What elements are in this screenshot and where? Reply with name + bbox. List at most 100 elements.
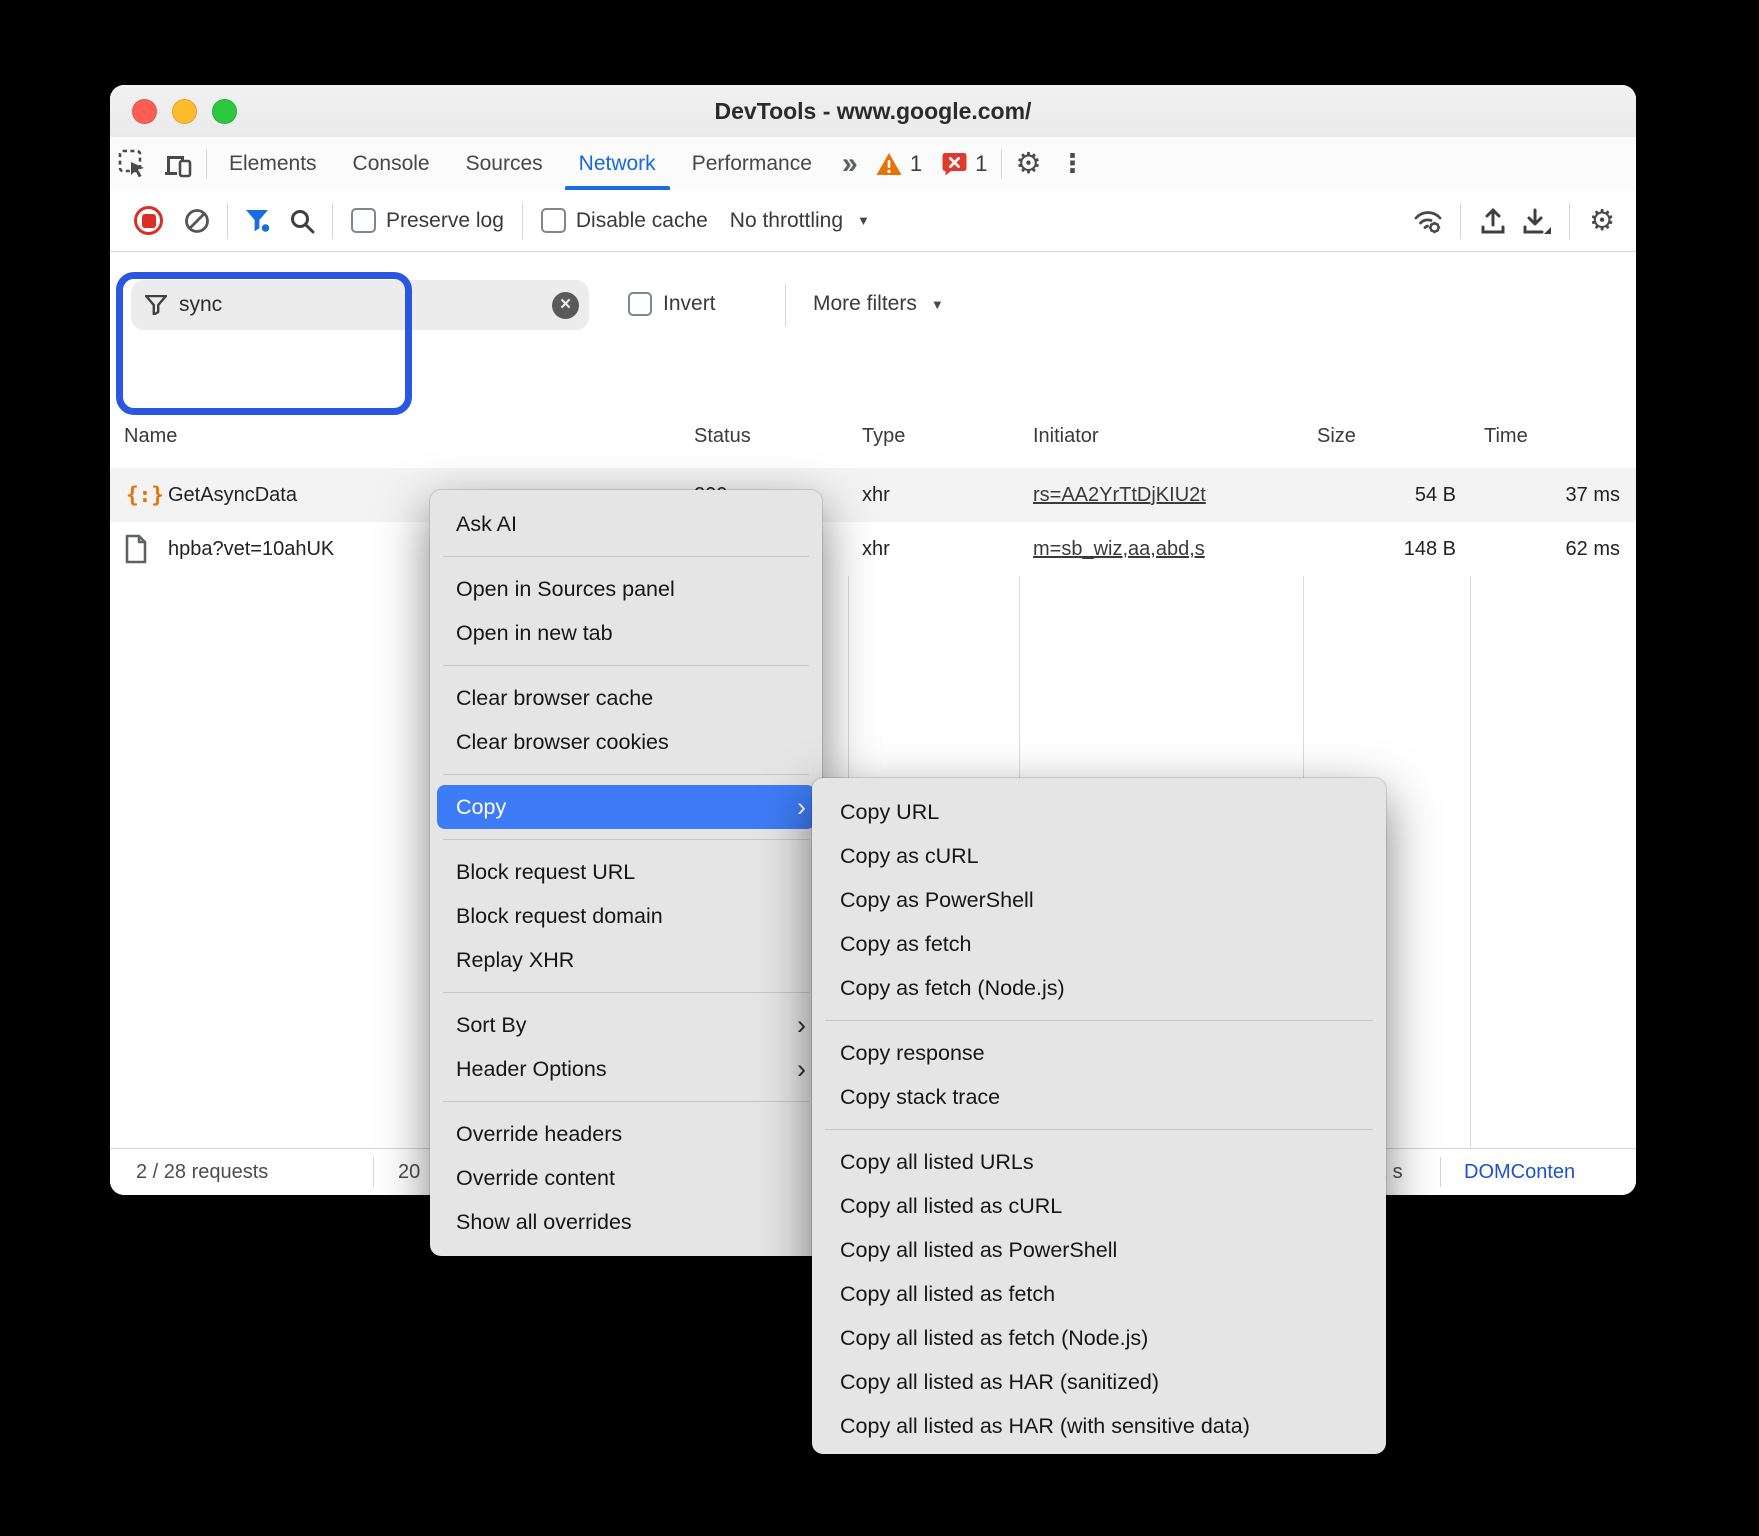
filter-funnel-icon <box>145 295 167 315</box>
request-initiator-link[interactable]: m=sb_wiz,aa,abd,s <box>1033 522 1205 576</box>
column-header-initiator[interactable]: Initiator <box>1033 405 1099 468</box>
inspect-cursor-icon <box>118 149 148 179</box>
menu-separator <box>443 774 809 775</box>
divider <box>1440 1157 1441 1187</box>
submenu-item-copy-all-listed-as-har-sensitive[interactable]: Copy all listed as HAR (with sensitive d… <box>812 1404 1386 1448</box>
warnings-badge[interactable]: 1 <box>866 137 932 190</box>
submenu-item-copy-all-listed-urls[interactable]: Copy all listed URLs <box>812 1140 1386 1184</box>
column-header-name[interactable]: Name <box>124 405 177 468</box>
column-header-type[interactable]: Type <box>862 405 905 468</box>
clear-icon <box>184 208 210 234</box>
column-header-size[interactable]: Size <box>1317 405 1356 468</box>
inspect-element-button[interactable] <box>110 137 156 190</box>
requests-table-header: Name Status Type Initiator Size Time <box>110 405 1636 469</box>
submenu-chevron-icon: › <box>797 1047 806 1091</box>
request-time: 37 ms <box>1470 468 1620 522</box>
tab-performance[interactable]: Performance <box>674 137 830 190</box>
tab-elements[interactable]: Elements <box>211 137 335 190</box>
menu-item-sort-by[interactable]: Sort By › <box>430 1003 822 1047</box>
record-network-log-button[interactable] <box>134 206 163 235</box>
menu-item-override-content[interactable]: Override content <box>430 1156 822 1200</box>
export-har-button[interactable] <box>1515 201 1559 241</box>
clear-network-log-button[interactable] <box>175 201 219 241</box>
menu-item-ask-ai[interactable]: Ask AI <box>430 502 822 546</box>
request-type: xhr <box>862 468 890 522</box>
submenu-item-copy-response[interactable]: Copy response <box>812 1031 1386 1075</box>
tab-console[interactable]: Console <box>335 137 448 190</box>
disable-cache-checkbox[interactable] <box>541 208 566 233</box>
submenu-item-copy-all-listed-as-fetch-nodejs[interactable]: Copy all listed as fetch (Node.js) <box>812 1316 1386 1360</box>
clear-filter-button[interactable]: × <box>552 292 579 319</box>
menu-item-header-options[interactable]: Header Options › <box>430 1047 822 1091</box>
copy-submenu: Copy URL Copy as cURL Copy as PowerShell… <box>812 778 1386 1454</box>
device-toolbar-icon <box>163 149 195 179</box>
menu-item-open-in-new-tab[interactable]: Open in new tab <box>430 611 822 655</box>
throttling-select[interactable]: No throttling <box>730 209 843 233</box>
filter-toggle-button[interactable] <box>236 201 280 241</box>
submenu-item-copy-stack-trace[interactable]: Copy stack trace <box>812 1075 1386 1119</box>
panel-tab-bar: Elements Console Sources Network Perform… <box>110 137 1636 191</box>
request-row-hpba[interactable]: hpba?vet=10ahUK xhr m=sb_wiz,aa,abd,s 14… <box>110 522 1636 576</box>
request-name: GetAsyncData <box>168 468 297 522</box>
request-time: 62 ms <box>1470 522 1620 576</box>
submenu-item-copy-all-listed-as-powershell[interactable]: Copy all listed as PowerShell <box>812 1228 1386 1272</box>
submenu-item-copy-all-listed-as-har-sanitized[interactable]: Copy all listed as HAR (sanitized) <box>812 1360 1386 1404</box>
download-icon <box>1522 207 1552 235</box>
wifi-gear-icon <box>1413 207 1443 235</box>
request-type: xhr <box>862 522 890 576</box>
search-button[interactable] <box>280 201 324 241</box>
submenu-item-copy-as-fetch-nodejs[interactable]: Copy as fetch (Node.js) <box>812 966 1386 1010</box>
network-conditions-button[interactable] <box>1406 201 1450 241</box>
request-initiator-link[interactable]: rs=AA2YrTtDjKIU2t <box>1033 468 1206 522</box>
double-chevron-icon: ›› <box>842 147 854 181</box>
submenu-item-copy-url[interactable]: Copy URL <box>812 790 1386 834</box>
menu-item-block-request-domain[interactable]: Block request domain <box>430 894 822 938</box>
column-header-status[interactable]: Status <box>694 405 751 468</box>
import-har-button[interactable] <box>1471 201 1515 241</box>
divider <box>227 203 228 239</box>
menu-item-clear-browser-cookies[interactable]: Clear browser cookies <box>430 720 822 764</box>
submenu-item-copy-as-curl[interactable]: Copy as cURL <box>812 834 1386 878</box>
context-menu: Ask AI Open in Sources panel Open in new… <box>430 490 822 1256</box>
menu-item-override-headers[interactable]: Override headers <box>430 1112 822 1156</box>
toggle-device-toolbar-button[interactable] <box>156 137 202 190</box>
submenu-item-copy-all-listed-as-fetch[interactable]: Copy all listed as fetch <box>812 1272 1386 1316</box>
divider <box>1569 203 1570 239</box>
tab-network[interactable]: Network <box>561 137 674 190</box>
menu-item-copy[interactable]: Copy › <box>437 785 815 829</box>
request-size: 148 B <box>1303 522 1456 576</box>
requests-count: 2 / 28 requests <box>136 1149 268 1195</box>
devtools-settings-button[interactable]: ⚙ <box>1006 137 1050 190</box>
menu-item-replay-xhr[interactable]: Replay XHR <box>430 938 822 982</box>
request-size: 54 B <box>1303 468 1456 522</box>
preserve-log-checkbox[interactable] <box>351 208 376 233</box>
errors-badge[interactable]: 1 <box>932 137 997 190</box>
request-row-getasyncdata[interactable]: {:} GetAsyncData 200 xhr rs=AA2YrTtDjKIU… <box>110 468 1636 522</box>
submenu-item-copy-all-listed-as-curl[interactable]: Copy all listed as cURL <box>812 1184 1386 1228</box>
menu-item-open-in-sources-panel[interactable]: Open in Sources panel <box>430 567 822 611</box>
filter-input[interactable]: sync × <box>131 280 589 330</box>
divider <box>373 1157 374 1187</box>
menu-item-block-request-url[interactable]: Block request URL <box>430 850 822 894</box>
menu-separator <box>443 665 809 666</box>
more-tabs-button[interactable]: ›› <box>830 137 866 190</box>
main-menu-button[interactable]: ⋮ <box>1050 137 1094 190</box>
column-header-time[interactable]: Time <box>1484 405 1528 468</box>
warning-count: 1 <box>910 151 922 177</box>
menu-separator <box>443 839 809 840</box>
more-filters-button[interactable]: More filters ▼ <box>813 292 944 316</box>
tab-sources[interactable]: Sources <box>448 137 561 190</box>
submenu-item-copy-as-fetch[interactable]: Copy as fetch <box>812 922 1386 966</box>
invert-filter-checkbox[interactable] <box>628 292 652 316</box>
network-settings-button[interactable]: ⚙ <box>1580 203 1624 238</box>
dom-content-loaded-link[interactable]: DOMConten <box>1464 1149 1575 1195</box>
submenu-item-copy-as-powershell[interactable]: Copy as PowerShell <box>812 878 1386 922</box>
submenu-chevron-icon: › <box>797 1003 806 1047</box>
divider <box>332 203 333 239</box>
transferred-size-fragment: 20 <box>398 1149 420 1195</box>
invert-label: Invert <box>663 292 716 316</box>
menu-item-show-all-overrides[interactable]: Show all overrides <box>430 1200 822 1244</box>
menu-item-clear-browser-cache[interactable]: Clear browser cache <box>430 676 822 720</box>
error-bubble-icon <box>942 151 967 176</box>
divider <box>1001 149 1002 178</box>
